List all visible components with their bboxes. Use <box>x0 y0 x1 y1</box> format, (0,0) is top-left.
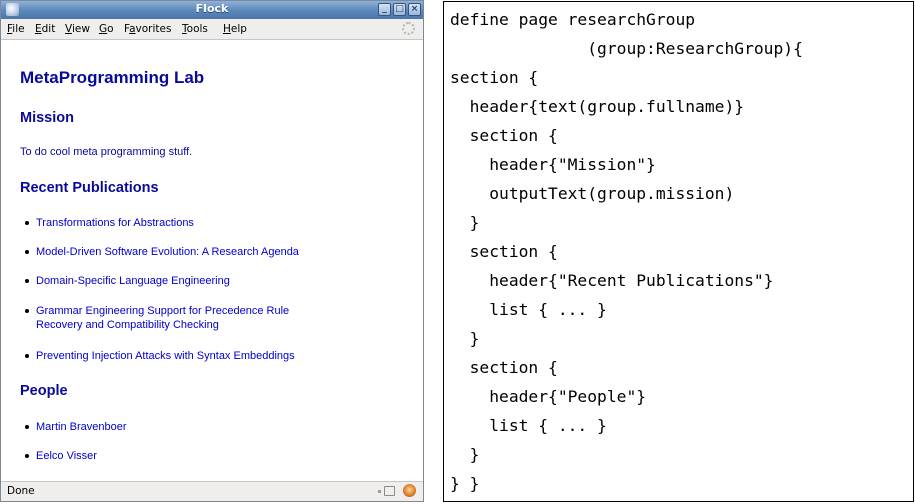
code-line: } } <box>450 474 480 493</box>
mission-header: Mission <box>20 110 74 126</box>
title-bar[interactable]: Flock _ □ × <box>1 1 423 20</box>
menu-edit[interactable]: Edit <box>35 23 55 35</box>
person-name[interactable]: Martin Bravenboer <box>36 420 127 434</box>
people-header: People <box>20 383 68 399</box>
minimize-button[interactable]: _ <box>378 3 391 16</box>
status-bar: Done <box>1 481 423 501</box>
throbber-icon <box>402 22 415 35</box>
code-line: (group:ResearchGroup){ <box>450 39 803 58</box>
bullet-icon <box>25 221 29 225</box>
bullet-icon <box>25 279 29 283</box>
page-title: MetaProgramming Lab <box>20 68 205 87</box>
publication-title[interactable]: Grammar Engineering Support for Preceden… <box>36 304 289 318</box>
window-title: Flock <box>195 2 229 15</box>
code-line: } <box>450 445 480 464</box>
publication-title[interactable]: Preventing Injection Attacks with Syntax… <box>36 349 295 363</box>
code-line: header{"Mission"} <box>450 155 656 174</box>
menu-bar: File Edit View Go Favorites Tools Help <box>1 19 423 40</box>
person-link[interactable]: Eelco Visser <box>25 449 97 463</box>
publication-link[interactable]: Transformations for Abstractions <box>25 216 194 230</box>
publication-link[interactable]: Grammar Engineering Support for Preceden… <box>25 304 289 332</box>
maximize-button[interactable]: □ <box>393 3 406 16</box>
publication-link[interactable]: Model-Driven Software Evolution: A Resea… <box>25 245 299 259</box>
code-listing: define page researchGroup (group:Researc… <box>443 1 914 502</box>
publication-title[interactable]: Model-Driven Software Evolution: A Resea… <box>36 245 299 259</box>
bullet-icon <box>25 354 29 358</box>
menu-tools[interactable]: Tools <box>182 23 208 35</box>
bullet-icon <box>25 309 29 313</box>
close-button[interactable]: × <box>408 3 421 16</box>
status-text: Done <box>7 485 35 497</box>
page-content: MetaProgramming Lab Mission To do cool m… <box>1 40 423 482</box>
bullet-icon <box>25 250 29 254</box>
publication-title[interactable]: Domain-Specific Language Engineering <box>36 274 230 288</box>
person-name[interactable]: Eelco Visser <box>36 449 97 463</box>
publication-link[interactable]: Domain-Specific Language Engineering <box>25 274 230 288</box>
publication-title-continued[interactable]: Recovery and Compatibility Checking <box>36 318 289 332</box>
menu-go[interactable]: Go <box>99 23 114 35</box>
code-line: section { <box>450 242 558 261</box>
publication-link[interactable]: Preventing Injection Attacks with Syntax… <box>25 349 295 363</box>
publication-title[interactable]: Transformations for Abstractions <box>36 216 194 230</box>
bullet-icon <box>25 425 29 429</box>
code-line: list { ... } <box>450 300 607 319</box>
code-line: header{"People"} <box>450 387 647 406</box>
menu-view[interactable]: View <box>65 23 90 35</box>
code-line: list { ... } <box>450 416 607 435</box>
flock-status-icon[interactable] <box>403 484 416 497</box>
code-line: section { <box>450 358 558 377</box>
code-line: define page researchGroup <box>450 10 696 29</box>
publications-header: Recent Publications <box>20 180 159 196</box>
code-line: } <box>450 213 480 232</box>
code-line: } <box>450 329 480 348</box>
code-line: section { <box>450 68 539 87</box>
code-line: header{text(group.fullname)} <box>450 97 745 116</box>
menu-help[interactable]: Help <box>223 23 247 35</box>
bullet-icon <box>25 454 29 458</box>
code-line: outputText(group.mission) <box>450 184 735 203</box>
menu-file[interactable]: File <box>7 23 25 35</box>
browser-window: Flock _ □ × File Edit View Go Favorites … <box>0 0 424 502</box>
code-line: section { <box>450 126 558 145</box>
mission-text: To do cool meta programming stuff. <box>20 146 193 158</box>
menu-favorites[interactable]: Favorites <box>124 23 171 35</box>
page-status-icon[interactable] <box>378 486 395 496</box>
person-link[interactable]: Martin Bravenboer <box>25 420 127 434</box>
code-line: header{"Recent Publications"} <box>450 271 774 290</box>
